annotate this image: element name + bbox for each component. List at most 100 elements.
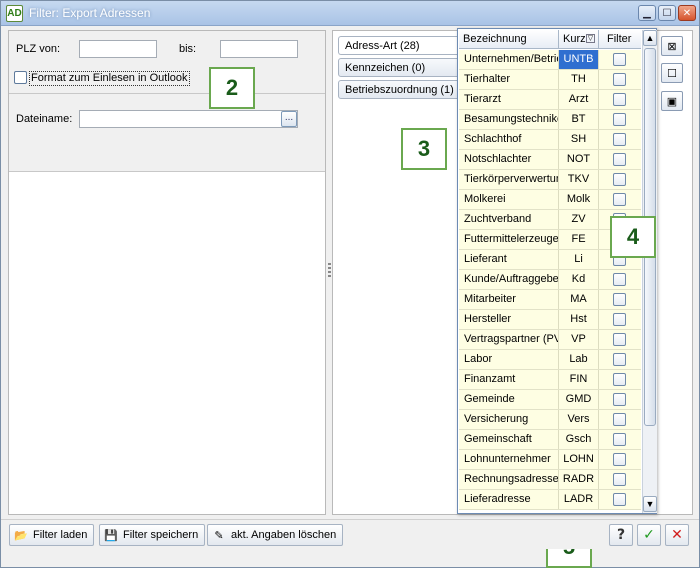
cell-bezeichnung[interactable]: Mitarbeiter [459, 290, 559, 309]
cell-kurz[interactable]: Gsch [559, 430, 599, 449]
filter-checkbox[interactable] [613, 273, 626, 286]
dateiname-input[interactable] [79, 110, 298, 128]
cell-bezeichnung[interactable]: Finanzamt [459, 370, 559, 389]
cell-kurz[interactable]: TKV [559, 170, 599, 189]
help-button[interactable]: ? [609, 524, 633, 546]
cell-kurz[interactable]: FE [559, 230, 599, 249]
cell-kurz[interactable]: BT [559, 110, 599, 129]
cell-bezeichnung[interactable]: Gemeinde [459, 390, 559, 409]
filter-checkbox[interactable] [613, 433, 626, 446]
cell-kurz[interactable]: ZV [559, 210, 599, 229]
cell-bezeichnung[interactable]: Lieferant [459, 250, 559, 269]
filter-checkbox[interactable] [613, 333, 626, 346]
cell-bezeichnung[interactable]: Versicherung [459, 410, 559, 429]
table-row[interactable]: Notschlachter NOT [459, 150, 641, 170]
save-filter-button[interactable]: 💾 Filter speichern [99, 524, 206, 546]
outlook-format-label[interactable]: Format zum Einlesen in Outlook [29, 71, 190, 86]
clear-entries-button[interactable]: ✎ akt. Angaben löschen [207, 524, 344, 546]
cell-kurz[interactable]: UNTB [559, 50, 599, 69]
filter-checkbox[interactable] [613, 193, 626, 206]
cell-kurz[interactable]: VP [559, 330, 599, 349]
check-all-button[interactable]: ▣ [661, 91, 683, 111]
cell-bezeichnung[interactable]: Tierkörperverwertung [459, 170, 559, 189]
browse-file-button[interactable]: ... [281, 111, 297, 127]
table-row[interactable]: Labor Lab [459, 350, 641, 370]
filter-checkbox[interactable] [613, 313, 626, 326]
table-row[interactable]: Schlachthof SH [459, 130, 641, 150]
cell-bezeichnung[interactable]: Unternehmen/Betrieb [459, 50, 559, 69]
cell-bezeichnung[interactable]: Labor [459, 350, 559, 369]
table-row[interactable]: Vertragspartner (PV) VP [459, 330, 641, 350]
cell-kurz[interactable]: Molk [559, 190, 599, 209]
filter-checkbox[interactable] [613, 93, 626, 106]
cell-kurz[interactable]: GMD [559, 390, 599, 409]
column-header-bezeichnung[interactable]: Bezeichnung [459, 30, 559, 48]
filter-checkbox[interactable] [613, 73, 626, 86]
table-row[interactable]: Lieferadresse LADR [459, 490, 641, 510]
table-row[interactable]: Lohnunternehmer LOHN [459, 450, 641, 470]
table-row[interactable]: Rechnungsadresse RADR [459, 470, 641, 490]
filter-checkbox[interactable] [613, 373, 626, 386]
close-button[interactable]: ✕ [678, 5, 696, 21]
table-row[interactable]: Gemeinschaft Gsch [459, 430, 641, 450]
cell-bezeichnung[interactable]: Tierhalter [459, 70, 559, 89]
cell-bezeichnung[interactable]: Schlachthof [459, 130, 559, 149]
grid-scrollbar[interactable]: ▲ ▼ [642, 30, 657, 513]
cell-bezeichnung[interactable]: Besamungstechniker [459, 110, 559, 129]
cell-bezeichnung[interactable]: Futtermittelerzeuger [459, 230, 559, 249]
table-row[interactable]: Tierarzt Arzt [459, 90, 641, 110]
ok-button[interactable]: ✓ [637, 524, 661, 546]
outlook-format-checkbox[interactable] [14, 71, 27, 84]
cell-kurz[interactable]: TH [559, 70, 599, 89]
filter-checkbox[interactable] [613, 473, 626, 486]
cell-kurz[interactable]: SH [559, 130, 599, 149]
filter-checkbox[interactable] [613, 133, 626, 146]
filter-checkbox[interactable] [613, 153, 626, 166]
table-row[interactable]: Hersteller Hst [459, 310, 641, 330]
cell-kurz[interactable]: FIN [559, 370, 599, 389]
filter-checkbox[interactable] [613, 173, 626, 186]
cell-bezeichnung[interactable]: Tierarzt [459, 90, 559, 109]
column-filter-icon[interactable]: ▽ [586, 34, 595, 43]
minimize-button[interactable]: ▁ [638, 5, 656, 21]
panel-splitter[interactable] [328, 263, 331, 277]
plz-bis-input[interactable] [220, 40, 298, 58]
load-filter-button[interactable]: 📂 Filter laden [9, 524, 95, 546]
cell-kurz[interactable]: Vers [559, 410, 599, 429]
cell-bezeichnung[interactable]: Rechnungsadresse [459, 470, 559, 489]
tab-betriebszuordnung[interactable]: Betriebszuordnung (1) [338, 80, 463, 99]
table-row[interactable]: Tierkörperverwertung TKV [459, 170, 641, 190]
table-row[interactable]: Mitarbeiter MA [459, 290, 641, 310]
table-row[interactable]: Besamungstechniker BT [459, 110, 641, 130]
cell-kurz[interactable]: NOT [559, 150, 599, 169]
cell-kurz[interactable]: Kd [559, 270, 599, 289]
maximize-button[interactable]: ☐ [658, 5, 676, 21]
tab-kennzeichen[interactable]: Kennzeichen (0) [338, 58, 463, 77]
cell-bezeichnung[interactable]: Hersteller [459, 310, 559, 329]
cell-kurz[interactable]: RADR [559, 470, 599, 489]
cell-bezeichnung[interactable]: Lieferadresse [459, 490, 559, 509]
table-row[interactable]: Unternehmen/Betrieb UNTB [459, 50, 641, 70]
filter-checkbox[interactable] [613, 493, 626, 506]
table-row[interactable]: Finanzamt FIN [459, 370, 641, 390]
plz-von-input[interactable] [79, 40, 157, 58]
cancel-button[interactable]: ✕ [665, 524, 689, 546]
cell-bezeichnung[interactable]: Molkerei [459, 190, 559, 209]
cell-bezeichnung[interactable]: Notschlachter [459, 150, 559, 169]
filter-checkbox[interactable] [613, 393, 626, 406]
cell-bezeichnung[interactable]: Gemeinschaft [459, 430, 559, 449]
column-header-filter[interactable]: Filter [599, 30, 641, 48]
table-row[interactable]: Versicherung Vers [459, 410, 641, 430]
cell-kurz[interactable]: Arzt [559, 90, 599, 109]
cell-bezeichnung[interactable]: Vertragspartner (PV) [459, 330, 559, 349]
cell-kurz[interactable]: LADR [559, 490, 599, 509]
filter-checkbox[interactable] [613, 113, 626, 126]
table-row[interactable]: Kunde/Auftraggeber Kd [459, 270, 641, 290]
tab-adress-art[interactable]: Adress-Art (28) [338, 36, 463, 55]
uncheck-all-button[interactable]: ☐ [661, 63, 683, 83]
filter-checkbox[interactable] [613, 413, 626, 426]
cell-kurz[interactable]: MA [559, 290, 599, 309]
table-row[interactable]: Tierhalter TH [459, 70, 641, 90]
cell-bezeichnung[interactable]: Zuchtverband [459, 210, 559, 229]
filter-checkbox[interactable] [613, 53, 626, 66]
